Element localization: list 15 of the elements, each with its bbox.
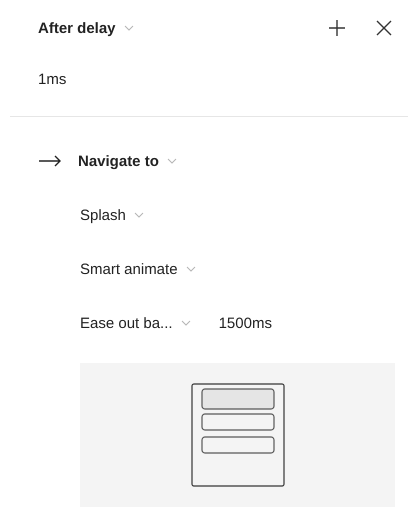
trigger-dropdown[interactable]: After delay [38, 20, 134, 36]
chevron-icon [180, 320, 191, 326]
animation-dropdown[interactable]: Smart animate [80, 260, 196, 278]
chevron-icon [166, 158, 177, 164]
destination-dropdown[interactable]: Splash [80, 206, 144, 224]
action-dropdown[interactable]: Navigate to [78, 152, 177, 170]
plus-icon[interactable] [328, 19, 346, 37]
chevron-icon [186, 266, 196, 272]
delay-value[interactable]: 1ms [0, 70, 408, 90]
easing-dropdown[interactable]: Ease out ba... [80, 314, 191, 332]
duration-value[interactable]: 1500ms [218, 314, 272, 332]
chevron-icon [124, 25, 134, 31]
close-icon[interactable] [376, 20, 392, 36]
arrow-icon [38, 155, 62, 167]
chevron-icon [134, 212, 144, 218]
